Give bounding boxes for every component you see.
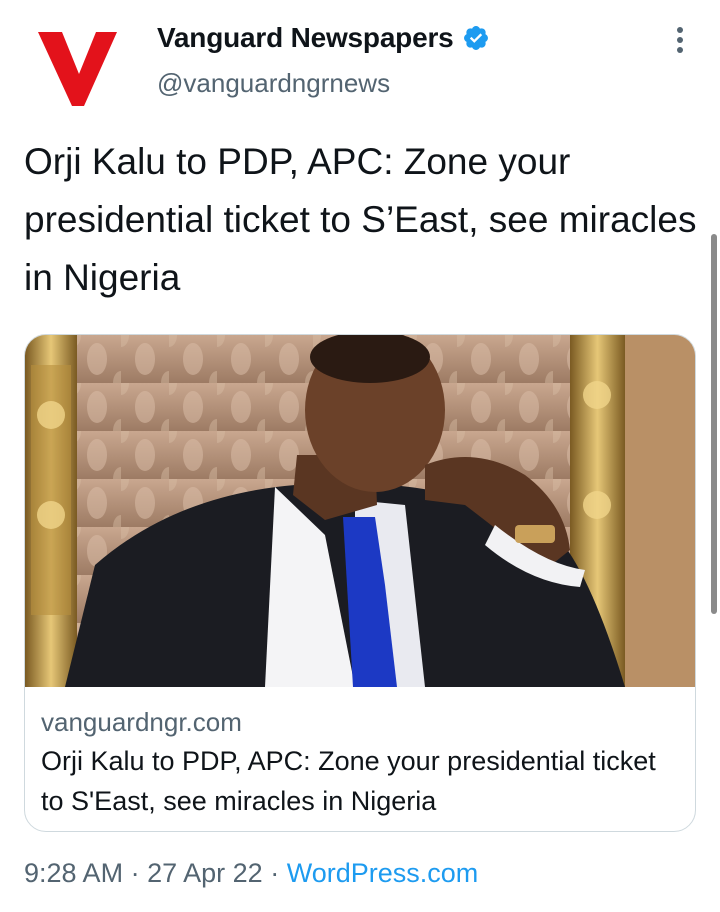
display-name[interactable]: Vanguard Newspapers [157, 22, 454, 54]
card-title: Orji Kalu to PDP, APC: Zone your preside… [41, 746, 656, 816]
handle[interactable]: @vanguardngrnews [157, 68, 390, 99]
article-photo[interactable] [25, 335, 695, 687]
tweet-text: Orji Kalu to PDP, APC: Zone your preside… [24, 141, 697, 298]
author-row[interactable]: Vanguard Newspapers [157, 22, 490, 54]
meta-separator: · [270, 858, 280, 888]
tweet-date[interactable]: 27 Apr 22 [147, 858, 263, 888]
vanguard-logo[interactable]: V [22, 14, 122, 114]
tweet-meta: 9:28 AM · 27 Apr 22 · WordPress.com [24, 858, 478, 889]
link-card[interactable]: vanguardngr.com Orji Kalu to PDP, APC: Z… [24, 334, 696, 832]
tweet-time[interactable]: 9:28 AM [24, 858, 123, 888]
verified-badge-icon [463, 26, 488, 50]
meta-separator: · [130, 858, 140, 888]
tweet-source-link[interactable]: WordPress.com [287, 858, 479, 888]
more-options-icon[interactable] [670, 24, 690, 56]
card-domain: vanguardngr.com [41, 707, 242, 737]
svg-text:V: V [22, 14, 23, 15]
scrollbar[interactable] [711, 234, 717, 614]
